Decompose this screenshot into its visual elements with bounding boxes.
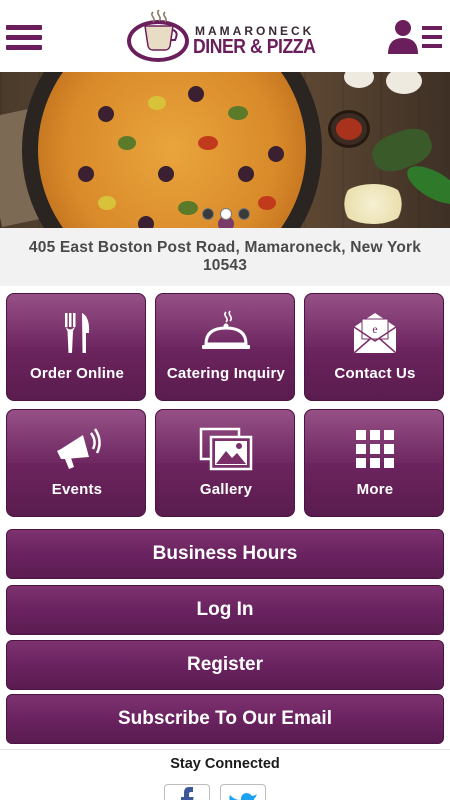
events-tile[interactable]: Events	[6, 409, 146, 517]
footer-divider	[0, 749, 450, 750]
tile-label: More	[356, 481, 394, 498]
pizza-image	[38, 72, 306, 228]
gallery-tile[interactable]: Gallery	[155, 409, 295, 517]
address-section: 405 East Boston Post Road, Mamaroneck, N…	[0, 228, 450, 286]
register-button[interactable]: Register	[6, 640, 444, 690]
serving-dish-icon	[202, 310, 250, 349]
tile-label: Contact Us	[334, 365, 416, 382]
more-tile[interactable]: More	[304, 409, 444, 517]
restaurant-logo[interactable]: MAMARONECK DINER & PIZZA	[127, 8, 317, 66]
megaphone-icon	[57, 428, 101, 469]
tile-label: Catering Inquiry	[166, 365, 286, 382]
carousel-indicators	[202, 208, 250, 222]
tile-label: Order Online	[29, 365, 125, 382]
catering-inquiry-tile[interactable]: Catering Inquiry	[155, 293, 295, 401]
twitter-icon[interactable]	[220, 784, 266, 800]
subscribe-email-button[interactable]: Subscribe To Our Email	[6, 694, 444, 744]
contact-us-tile[interactable]: e Contact Us	[304, 293, 444, 401]
tile-label: Events	[51, 481, 103, 498]
facebook-icon[interactable]	[164, 784, 210, 800]
hero-carousel[interactable]	[0, 72, 450, 228]
user-list-icon[interactable]	[386, 18, 444, 56]
envelope-icon: e	[353, 313, 397, 354]
restaurant-address[interactable]: 405 East Boston Post Road, Mamaroneck, N…	[8, 239, 442, 275]
business-hours-button[interactable]: Business Hours	[6, 529, 444, 579]
app-header: MAMARONECK DINER & PIZZA	[0, 0, 450, 72]
grid-icon	[356, 430, 394, 468]
chili-flakes-bowl	[328, 110, 370, 148]
carousel-dot-active[interactable]	[220, 208, 232, 220]
fork-knife-icon	[65, 313, 90, 353]
gallery-icon	[199, 427, 253, 471]
hamburger-menu-icon[interactable]	[6, 25, 42, 53]
login-button[interactable]: Log In	[6, 585, 444, 635]
tile-label: Gallery	[199, 481, 253, 498]
carousel-dot[interactable]	[238, 208, 250, 220]
svg-text:e: e	[372, 322, 377, 336]
coffee-cup-icon	[144, 9, 178, 51]
carousel-dot[interactable]	[202, 208, 214, 220]
stay-connected-label: Stay Connected	[170, 756, 280, 772]
logo-line2: DINER & PIZZA	[193, 36, 316, 58]
order-online-tile[interactable]: Order Online	[6, 293, 146, 401]
